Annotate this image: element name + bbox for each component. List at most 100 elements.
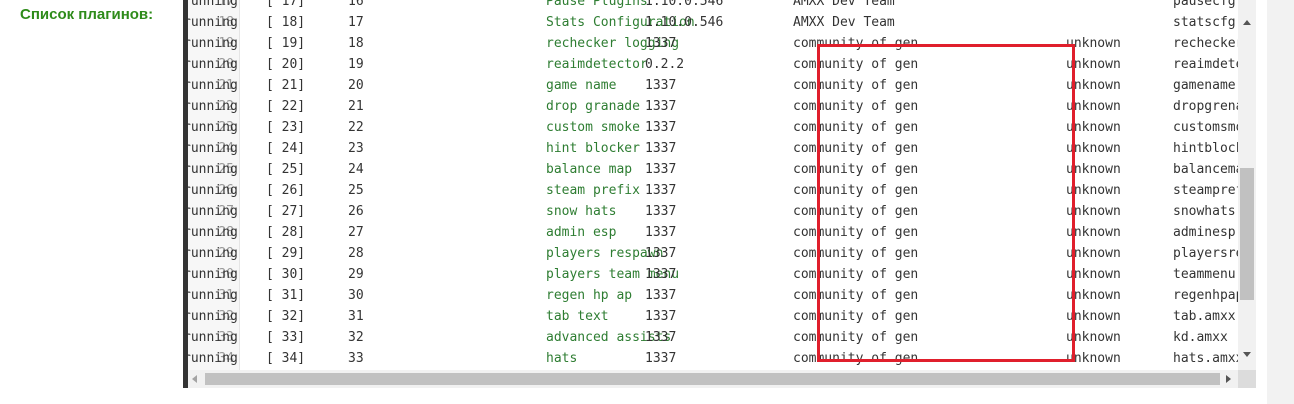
plugin-index: [ 34] (266, 351, 306, 366)
plugin-author: AMXX Dev Team (793, 15, 895, 30)
horizontal-scroll-thumb[interactable] (205, 373, 1220, 385)
plugin-index: [ 31] (266, 288, 306, 303)
code-line: 34[ 34] 33 hats 1337 community of gen unknown… (183, 348, 1243, 369)
plugin-status: running (183, 267, 238, 282)
plugin-index: [ 30] (266, 267, 306, 282)
code-line: 27[ 27] 26 snow hats 1337 community of gen un… (183, 201, 1256, 222)
plugin-version: 1337 (645, 351, 677, 366)
plugin-id: 17 (348, 15, 364, 30)
plugin-index: [ 20] (266, 57, 306, 72)
scrollbar-corner (1238, 370, 1256, 388)
plugin-name: Pause Plugins (546, 0, 648, 9)
plugin-id: 33 (348, 351, 364, 366)
plugin-status: running (183, 225, 238, 240)
code-line: 25[ 25] 24 balance map 1337 community of gen… (183, 159, 1256, 180)
plugin-index: [ 21] (266, 78, 306, 93)
plugin-version: 1337 (645, 162, 677, 177)
plugin-id: 27 (348, 225, 364, 240)
plugin-index: [ 28] (266, 225, 306, 240)
plugin-id: 22 (348, 120, 364, 135)
plugin-list-title: Список плагинов: (20, 6, 154, 23)
plugin-id: 24 (348, 162, 364, 177)
plugin-id: 18 (348, 36, 364, 51)
plugin-id: 19 (348, 57, 364, 72)
plugin-version: 1337 (645, 183, 677, 198)
plugin-version: 1.10.0.546 (645, 15, 724, 30)
plugin-version: 1337 (645, 225, 677, 240)
plugin-index: [ 19] (266, 36, 306, 51)
plugin-version: 1.10.0.546 (645, 0, 724, 9)
plugin-id: 16 (348, 0, 364, 9)
plugin-index: [ 32] (266, 309, 306, 324)
plugin-name: regen hp ap (546, 288, 633, 303)
code-line: 24[ 24] 23 hint blocker 1337 community of ge… (183, 138, 1256, 159)
plugin-index: [ 27] (266, 204, 306, 219)
plugin-status: running (183, 162, 238, 177)
plugin-version: 1337 (645, 78, 677, 93)
code-line: 22[ 22] 21 drop granade 1337 community of ge… (183, 96, 1256, 117)
scroll-right-arrow-icon[interactable] (1226, 375, 1231, 383)
code-line: 33[ 33] 32 advanced assists 1337 community o… (183, 327, 1238, 348)
plugin-name: tab text (546, 309, 609, 324)
content-panel: Список плагинов: 17[ 17] 16 Pause Plugins 1… (0, 0, 1267, 404)
plugin-name: drop granade (546, 99, 640, 114)
plugin-status: running (183, 288, 238, 303)
plugin-id: 31 (348, 309, 364, 324)
plugin-version: 1337 (645, 99, 677, 114)
plugin-status: running (183, 246, 238, 261)
code-line: 26[ 26] 25 steam prefix 1337 community of ge… (183, 180, 1256, 201)
code-line: 20[ 20] 19 reaimdetector 0.2.2 community of … (183, 54, 1256, 75)
plugin-id: 20 (348, 78, 364, 93)
plugin-file: kd.amxx (1173, 330, 1228, 345)
plugin-id: 23 (348, 141, 364, 156)
code-line: 29[ 29] 28 players respawn 1337 community of… (183, 243, 1256, 264)
plugin-version: 1337 (645, 141, 677, 156)
scroll-up-arrow-icon[interactable] (1243, 20, 1251, 25)
plugin-status: running (183, 0, 238, 9)
plugin-status: running (183, 57, 238, 72)
plugin-name: hats (546, 351, 578, 366)
plugin-version: 1337 (645, 330, 677, 345)
plugin-index: [ 24] (266, 141, 306, 156)
plugin-status: running (183, 78, 238, 93)
plugin-status: running (183, 15, 238, 30)
code-line: 31[ 31] 30 regen hp ap 1337 community of gen… (183, 285, 1256, 306)
plugin-id: 30 (348, 288, 364, 303)
plugin-name: reaimdetector (546, 57, 648, 72)
scroll-down-arrow-icon[interactable] (1243, 352, 1251, 357)
vertical-scroll-thumb[interactable] (1240, 168, 1254, 300)
vertical-scrollbar[interactable] (1238, 0, 1256, 370)
plugin-index: [ 23] (266, 120, 306, 135)
plugin-index: [ 25] (266, 162, 306, 177)
plugin-version: 1337 (645, 288, 677, 303)
plugin-name: steam prefix (546, 183, 640, 198)
plugin-status: running (183, 309, 238, 324)
plugin-index: [ 17] (266, 0, 306, 9)
plugin-version: 1337 (645, 246, 677, 261)
plugin-file: hats.amxx (1173, 351, 1244, 366)
plugin-index: [ 26] (266, 183, 306, 198)
code-line: 19[ 19] 18 rechecker logging 1337 community … (183, 33, 1256, 54)
scroll-left-arrow-icon[interactable] (192, 375, 197, 383)
plugin-name: game name (546, 78, 617, 93)
code-line: 28[ 28] 27 admin esp 1337 community of gen un… (183, 222, 1256, 243)
code-line: 23[ 23] 22 custom smoke 1337 community of ge… (183, 117, 1256, 138)
plugin-id: 21 (348, 99, 364, 114)
plugin-version: 0.2.2 (645, 57, 685, 72)
horizontal-scrollbar[interactable] (188, 370, 1238, 388)
plugin-version: 1337 (645, 36, 677, 51)
highlight-box (817, 44, 1075, 362)
code-line: 32[ 32] 31 tab text 1337 community of gen unk… (183, 306, 1238, 327)
code-line: 18[ 18] 17 Stats Configuration 1.10.0.546 AM… (183, 12, 1256, 33)
code-line: 21[ 21] 20 game name 1337 community of gen un… (183, 75, 1256, 96)
plugin-name: balance map (546, 162, 633, 177)
plugin-id: 32 (348, 330, 364, 345)
plugin-list-code-box[interactable]: 17[ 17] 16 Pause Plugins 1.10.0.546 AMXX Dev… (183, 0, 1256, 388)
plugin-index: [ 29] (266, 246, 306, 261)
plugin-index: [ 33] (266, 330, 306, 345)
code-lines: 17[ 17] 16 Pause Plugins 1.10.0.546 AMXX Dev… (183, 0, 1256, 369)
plugin-status: running (183, 141, 238, 156)
code-line: 30[ 30] 29 players team menu 1337 community … (183, 264, 1256, 285)
plugin-name: snow hats (546, 204, 617, 219)
plugin-index: [ 22] (266, 99, 306, 114)
